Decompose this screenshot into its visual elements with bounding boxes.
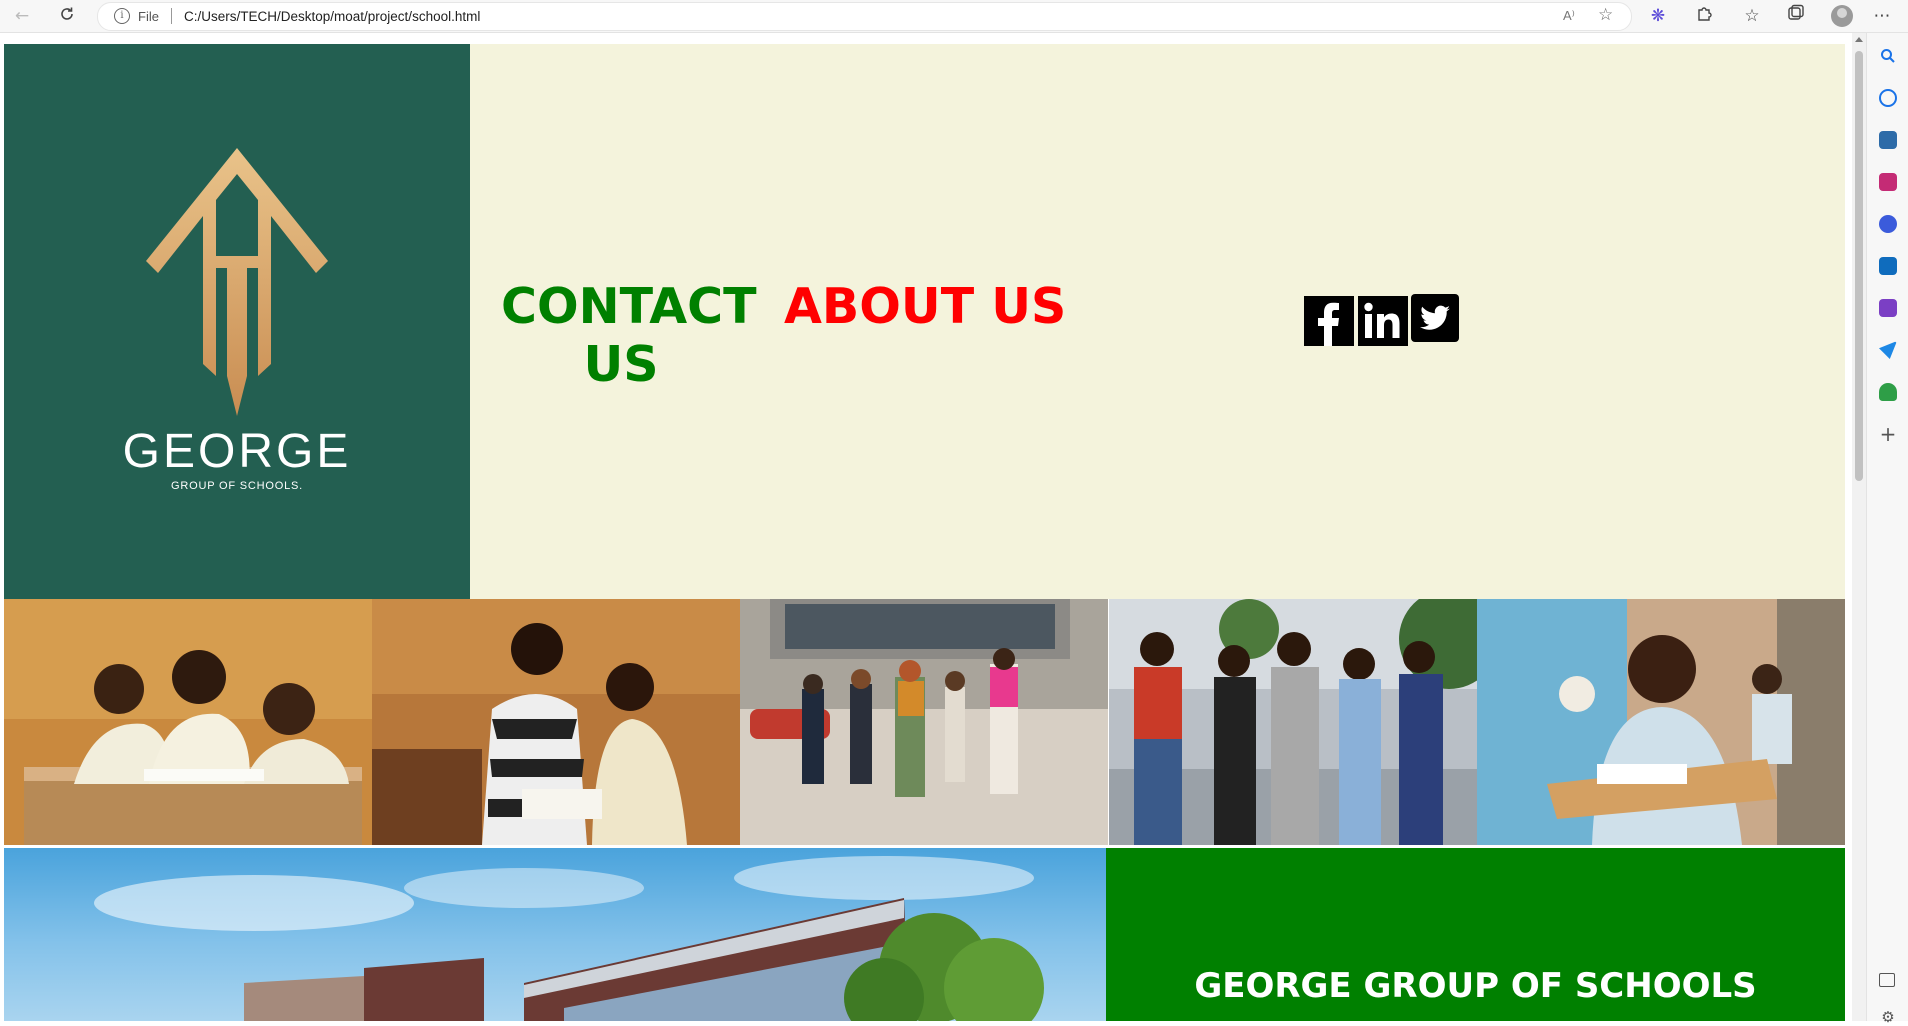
- contact-us-link[interactable]: CONTACT US: [501, 278, 757, 394]
- more-menu-icon[interactable]: ⋯: [1870, 4, 1894, 28]
- photo-gallery: [4, 599, 1845, 845]
- logo-wordmark: GEORGE: [122, 425, 352, 478]
- bing-icon[interactable]: [1879, 89, 1897, 107]
- hero-section: GEORGE GROUP OF SCHOOLS. CONTACT US ABOU…: [4, 44, 1845, 599]
- address-separator: [171, 8, 172, 24]
- profile-avatar[interactable]: [1831, 5, 1853, 27]
- campus-building-photo: [4, 848, 1106, 1021]
- read-aloud-icon[interactable]: A⁾: [1563, 8, 1575, 24]
- shopping-icon[interactable]: [1879, 131, 1897, 149]
- settings-icon[interactable]: ⚙: [1879, 1008, 1897, 1026]
- page-content: GEORGE GROUP OF SCHOOLS. CONTACT US ABOU…: [4, 44, 1845, 1021]
- university-students-photo: [1108, 599, 1477, 845]
- logo-tagline: GROUP OF SCHOOLS.: [171, 480, 303, 492]
- games-icon[interactable]: [1879, 173, 1897, 191]
- extensions-icon[interactable]: [1692, 4, 1716, 28]
- copilot-icon[interactable]: ❋: [1646, 4, 1670, 28]
- scroll-up-arrow-icon[interactable]: [1855, 37, 1863, 42]
- teacher-and-pupil-photo: [372, 599, 741, 845]
- scrollbar-thumb[interactable]: [1855, 51, 1863, 481]
- students-walking-to-school-photo: [740, 599, 1109, 845]
- info-icon[interactable]: i: [114, 8, 130, 24]
- send-icon[interactable]: [1879, 341, 1897, 359]
- office-icon[interactable]: [1879, 215, 1897, 233]
- refresh-icon[interactable]: [56, 5, 78, 27]
- collections-icon[interactable]: [1784, 4, 1808, 28]
- add-icon[interactable]: +: [1879, 424, 1897, 444]
- url-text[interactable]: C:/Users/TECH/Desktop/moat/project/schoo…: [184, 9, 480, 24]
- about-us-link[interactable]: ABOUT US: [784, 278, 1066, 336]
- facebook-icon[interactable]: [1304, 296, 1354, 346]
- smiling-schoolboy-photo: [1476, 599, 1845, 845]
- school-banner: GEORGE GROUP OF SCHOOLS: [1106, 848, 1845, 1021]
- linkedin-icon[interactable]: [1358, 296, 1408, 346]
- favorites-icon[interactable]: ☆: [1740, 4, 1764, 28]
- george-logo-icon: [146, 148, 328, 416]
- add-favorite-icon[interactable]: ☆: [1598, 5, 1613, 25]
- back-icon[interactable]: ←: [11, 5, 33, 27]
- logo-panel: GEORGE GROUP OF SCHOOLS.: [4, 44, 470, 599]
- file-label: File: [138, 9, 159, 24]
- students-reading-photo: [4, 599, 372, 845]
- browser-toolbar: ← i File C:/Users/TECH/Desktop/moat/proj…: [0, 0, 1908, 33]
- search-icon[interactable]: [1879, 47, 1897, 65]
- designer-icon[interactable]: [1879, 299, 1897, 317]
- edge-sidebar: + ⚙: [1866, 33, 1908, 1026]
- tree-icon[interactable]: [1879, 383, 1897, 401]
- twitter-icon[interactable]: [1411, 294, 1459, 342]
- address-bar[interactable]: i File C:/Users/TECH/Desktop/moat/projec…: [97, 2, 1632, 31]
- banner-title: GEORGE GROUP OF SCHOOLS: [1194, 966, 1757, 1006]
- page-scrollbar[interactable]: [1852, 33, 1866, 1021]
- sidebar-toggle-icon[interactable]: [1879, 973, 1895, 987]
- outlook-icon[interactable]: [1879, 257, 1897, 275]
